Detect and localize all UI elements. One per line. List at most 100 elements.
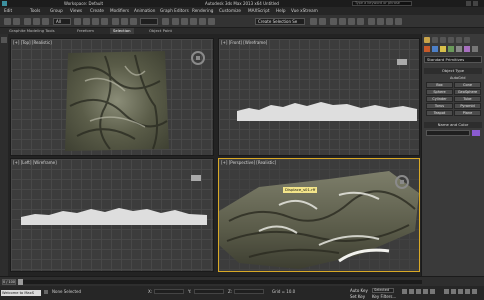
close-icon[interactable]: [473, 1, 478, 6]
viewport-label-front[interactable]: [+] [Front] [Wireframe]: [221, 40, 267, 45]
menu-group[interactable]: Group: [50, 7, 63, 15]
rendered-frame-window-icon[interactable]: [386, 18, 393, 25]
percent-snap-icon[interactable]: [190, 18, 197, 25]
name-and-color-rollout[interactable]: Name and Color: [424, 122, 482, 128]
object-type-rollout[interactable]: Object Type: [424, 68, 482, 74]
reference-coordinate-dropdown[interactable]: [140, 18, 158, 25]
selected-filter-dropdown[interactable]: Selected: [372, 288, 394, 293]
pan-icon[interactable]: [465, 289, 470, 294]
menu-modifiers[interactable]: Modifiers: [110, 7, 129, 15]
viewcube-perspective-icon[interactable]: [395, 175, 409, 189]
snaps-toggle-icon[interactable]: [172, 18, 179, 25]
display-tab-icon[interactable]: [456, 37, 462, 43]
menu-animation[interactable]: Animation: [134, 7, 155, 15]
time-track[interactable]: [18, 280, 422, 284]
shapes-icon[interactable]: [432, 46, 438, 52]
space-warps-icon[interactable]: [464, 46, 470, 52]
zoom-extents-icon[interactable]: [458, 289, 463, 294]
y-coordinate-field[interactable]: [194, 289, 224, 294]
render-setup-icon[interactable]: [377, 18, 384, 25]
cameras-icon[interactable]: [448, 46, 454, 52]
redo-icon[interactable]: [13, 18, 20, 25]
menu-edit[interactable]: Edit: [4, 7, 12, 15]
rotate-icon[interactable]: [121, 18, 128, 25]
select-by-name-icon[interactable]: [83, 18, 90, 25]
zoom-all-icon[interactable]: [451, 289, 456, 294]
geosphere-button[interactable]: GeoSphere: [454, 89, 481, 95]
menu-maxscript[interactable]: MAXScript: [248, 7, 270, 15]
menu-tools[interactable]: Tools: [30, 7, 40, 15]
workspace-selector[interactable]: Workspace: Default: [64, 0, 103, 7]
key-filters-button[interactable]: Key Filters...: [372, 294, 396, 299]
torus-button[interactable]: Torus: [426, 103, 453, 109]
cone-button[interactable]: Cone: [454, 82, 481, 88]
menu-customize[interactable]: Customize: [219, 7, 241, 15]
app-logo-icon[interactable]: [2, 1, 7, 6]
selection-filter-dropdown[interactable]: All: [53, 18, 71, 25]
auto-key-button[interactable]: Auto Key: [350, 288, 368, 293]
time-slider-handle[interactable]: [18, 279, 23, 285]
next-frame-icon[interactable]: [423, 289, 428, 294]
helpers-icon[interactable]: [456, 46, 462, 52]
viewport-layout-icon[interactable]: [1, 37, 7, 43]
undo-icon[interactable]: [4, 18, 11, 25]
box-button[interactable]: Box: [426, 82, 453, 88]
motion-tab-icon[interactable]: [448, 37, 454, 43]
category-dropdown[interactable]: Standard Primitives: [424, 56, 482, 63]
viewcube-icon[interactable]: [191, 51, 205, 65]
z-coordinate-field[interactable]: [234, 289, 264, 294]
search-input[interactable]: Type a keyword or phrase: [352, 1, 412, 6]
viewport-left[interactable]: [+] [Left] [Wireframe]: [10, 158, 214, 272]
sphere-button[interactable]: Sphere: [426, 89, 453, 95]
pivot-center-icon[interactable]: [162, 18, 169, 25]
plane-button[interactable]: Plane: [454, 110, 481, 116]
object-color-swatch[interactable]: [472, 130, 480, 136]
go-to-end-icon[interactable]: [430, 289, 435, 294]
unlink-icon[interactable]: [33, 18, 40, 25]
orbit-icon[interactable]: [472, 289, 477, 294]
viewport-label-top[interactable]: [+] [Top] [Realistic]: [13, 40, 52, 45]
spinner-snap-icon[interactable]: [199, 18, 206, 25]
create-tab-icon[interactable]: [424, 37, 430, 43]
menu-rendering[interactable]: Rendering: [192, 7, 213, 15]
frame-readout[interactable]: 0 / 100: [2, 279, 16, 285]
geometry-icon[interactable]: [424, 46, 430, 52]
object-name-input[interactable]: [426, 130, 470, 136]
modify-tab-icon[interactable]: [432, 37, 438, 43]
go-to-start-icon[interactable]: [402, 289, 407, 294]
named-selection-set-input[interactable]: Create Selection Se: [255, 18, 305, 25]
bind-space-warp-icon[interactable]: [42, 18, 49, 25]
render-production-icon[interactable]: [395, 18, 402, 25]
teapot-button[interactable]: Teapot: [426, 110, 453, 116]
lock-selection-icon[interactable]: [44, 290, 48, 294]
align-icon[interactable]: [319, 18, 326, 25]
window-crossing-icon[interactable]: [101, 18, 108, 25]
rectangular-selection-icon[interactable]: [92, 18, 99, 25]
viewcube-left-icon[interactable]: [191, 175, 201, 181]
zoom-icon[interactable]: [444, 289, 449, 294]
viewcube-front-icon[interactable]: [397, 59, 407, 65]
scale-icon[interactable]: [130, 18, 137, 25]
move-icon[interactable]: [112, 18, 119, 25]
hierarchy-tab-icon[interactable]: [440, 37, 446, 43]
link-icon[interactable]: [24, 18, 31, 25]
layer-manager-icon[interactable]: [330, 18, 337, 25]
curve-editor-icon[interactable]: [348, 18, 355, 25]
mirror-icon[interactable]: [310, 18, 317, 25]
select-object-icon[interactable]: [74, 18, 81, 25]
x-coordinate-field[interactable]: [154, 289, 184, 294]
utilities-tab-icon[interactable]: [464, 37, 470, 43]
maxscript-listener[interactable]: Welcome to MaxS: [1, 290, 41, 296]
graphite-toggle-icon[interactable]: [339, 18, 346, 25]
angle-snap-icon[interactable]: [181, 18, 188, 25]
edit-named-selection-icon[interactable]: [208, 18, 215, 25]
menu-views[interactable]: Views: [70, 7, 82, 15]
minimize-icon[interactable]: [466, 1, 471, 6]
viewport-perspective[interactable]: [+] [Perspective] [Realistic] Displace_s…: [218, 158, 420, 272]
menu-graph-editors[interactable]: Graph Editors: [160, 7, 189, 15]
menu-help[interactable]: Help: [276, 7, 286, 15]
pyramid-button[interactable]: Pyramid: [454, 103, 481, 109]
play-icon[interactable]: [416, 289, 421, 294]
viewport-label-left[interactable]: [+] [Left] [Wireframe]: [13, 160, 57, 165]
tube-button[interactable]: Tube: [454, 96, 481, 102]
